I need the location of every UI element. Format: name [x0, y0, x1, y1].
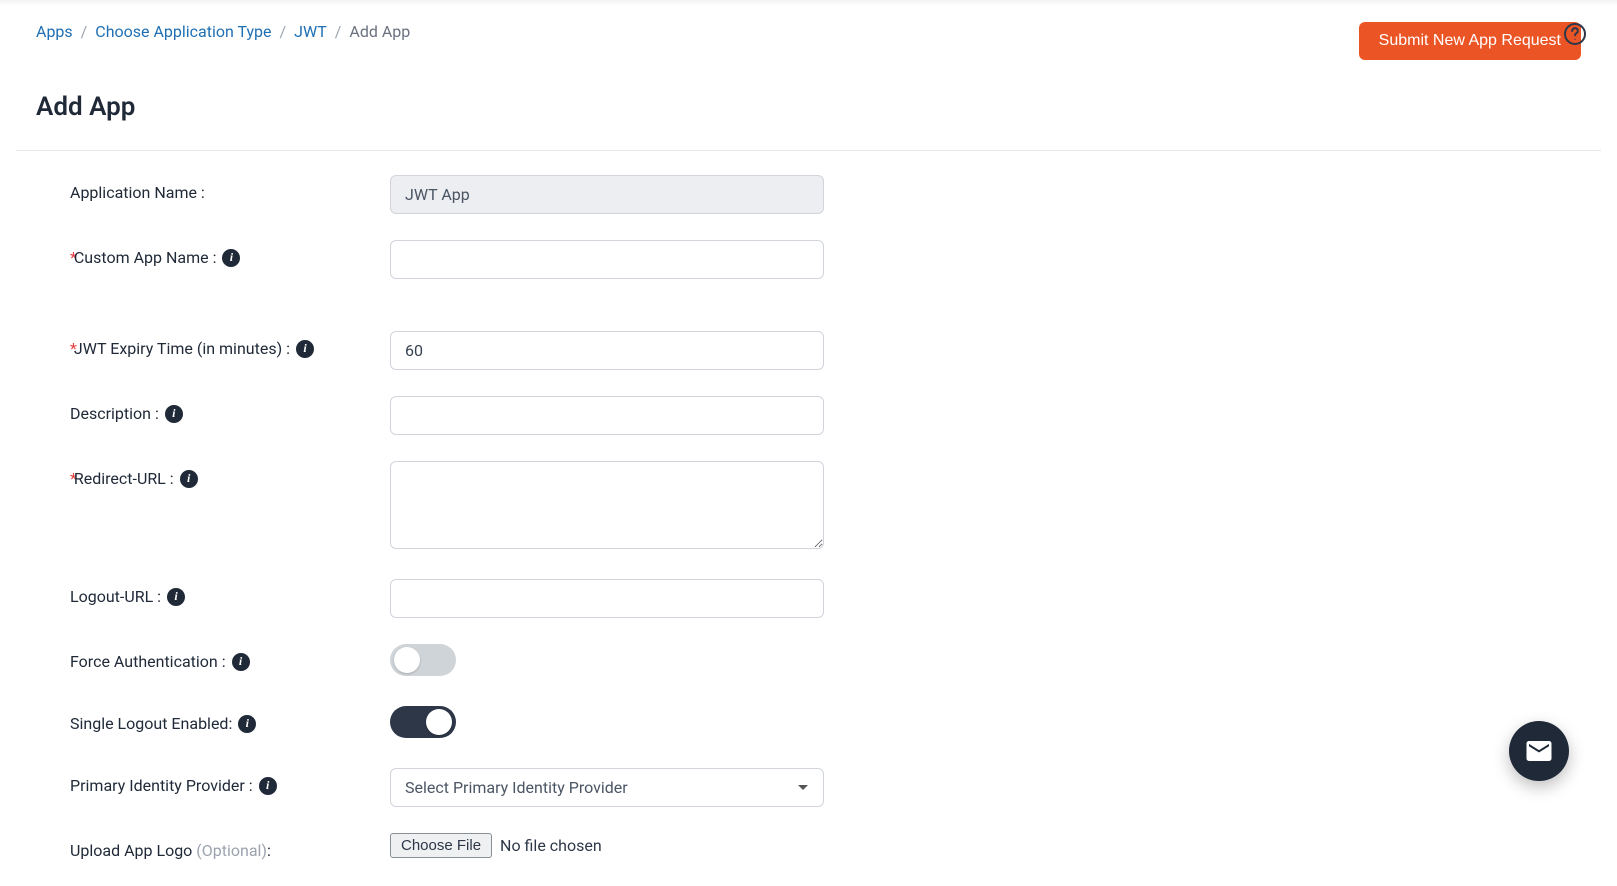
breadcrumb-sep: /: [81, 22, 88, 41]
redirect-url-input[interactable]: [390, 461, 824, 549]
single-logout-label: Single Logout Enabled:: [70, 714, 232, 733]
force-authentication-toggle[interactable]: [390, 644, 456, 676]
info-icon[interactable]: i: [238, 715, 256, 733]
application-name-input: [390, 175, 824, 214]
upload-logo-optional: (Optional): [196, 841, 267, 860]
force-authentication-label: Force Authentication :: [70, 652, 226, 671]
submit-new-app-request-button[interactable]: Submit New App Request: [1359, 22, 1581, 60]
custom-app-name-input[interactable]: [390, 240, 824, 279]
upload-logo-label: Upload App Logo: [70, 841, 196, 860]
info-icon[interactable]: i: [232, 653, 250, 671]
logout-url-label: Logout-URL :: [70, 587, 161, 606]
primary-idp-select[interactable]: Select Primary Identity Provider: [390, 768, 824, 807]
info-icon[interactable]: i: [259, 777, 277, 795]
redirect-url-label: Redirect-URL :: [74, 469, 174, 488]
primary-idp-label: Primary Identity Provider :: [70, 776, 253, 795]
choose-file-button[interactable]: Choose File: [390, 833, 492, 858]
jwt-expiry-label: JWT Expiry Time (in minutes) :: [74, 339, 290, 358]
info-icon[interactable]: i: [222, 249, 240, 267]
breadcrumb-sep: /: [280, 22, 287, 41]
info-icon[interactable]: i: [296, 340, 314, 358]
application-name-label: Application Name :: [70, 183, 205, 202]
breadcrumb-link-jwt[interactable]: JWT: [294, 22, 327, 41]
info-icon[interactable]: i: [167, 588, 185, 606]
info-icon[interactable]: i: [165, 405, 183, 423]
description-label: Description :: [70, 404, 159, 423]
jwt-expiry-input[interactable]: [390, 331, 824, 370]
breadcrumb-sep: /: [335, 22, 342, 41]
breadcrumb-current: Add App: [349, 22, 410, 41]
page-title: Add App: [36, 92, 1581, 122]
file-status: No file chosen: [500, 836, 602, 855]
chat-widget-button[interactable]: [1509, 721, 1569, 781]
add-app-form: Application Name : *Custom App Name : i …: [36, 151, 1581, 860]
breadcrumb-link-apps[interactable]: Apps: [36, 22, 73, 41]
breadcrumb-link-choose-type[interactable]: Choose Application Type: [95, 22, 271, 41]
single-logout-toggle[interactable]: [390, 706, 456, 738]
custom-app-name-label: Custom App Name :: [74, 248, 217, 267]
breadcrumb: Apps / Choose Application Type / JWT / A…: [36, 22, 410, 41]
logout-url-input[interactable]: [390, 579, 824, 618]
description-input[interactable]: [390, 396, 824, 435]
info-icon[interactable]: i: [180, 470, 198, 488]
help-icon[interactable]: [1563, 22, 1587, 46]
